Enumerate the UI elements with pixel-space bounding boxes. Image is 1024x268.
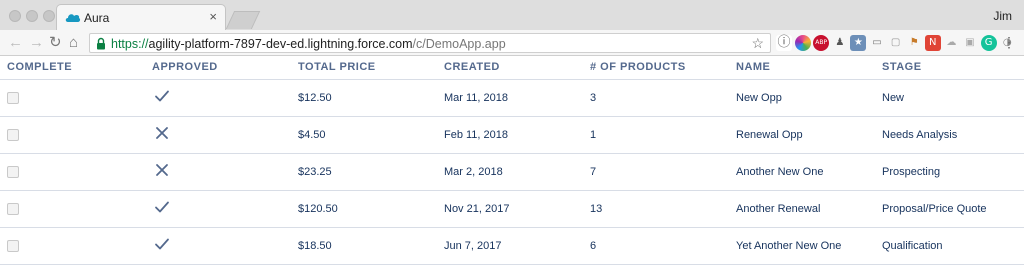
folder-icon[interactable]: ▢ — [887, 35, 904, 51]
info-icon[interactable]: ⓘ — [776, 35, 792, 51]
table-row[interactable]: $18.50 Jun 7, 2017 6 Yet Another New One Qua… — [0, 226, 1024, 265]
url-path: /c/DemoApp.app — [412, 37, 506, 51]
close-window-button[interactable] — [9, 10, 21, 22]
address-bar[interactable]: https://agility-platform-7897-dev-ed.lig… — [89, 33, 771, 53]
cross-icon — [154, 162, 170, 178]
created-cell: Mar 2, 2018 — [444, 152, 590, 190]
stage-cell: Proposal/Price Quote — [882, 189, 1024, 227]
stage-cell: Qualification — [882, 226, 1024, 265]
complete-checkbox[interactable] — [7, 165, 19, 178]
card-icon[interactable]: ▭ — [869, 35, 885, 51]
n-icon[interactable]: N — [924, 35, 941, 51]
tab-title: Aura — [84, 11, 110, 25]
table-header-row: COMPLETE APPROVED TOTAL PRICE CREATED # … — [0, 56, 1024, 79]
puzzle-icon[interactable]: ▣ — [962, 35, 978, 51]
home-icon[interactable]: ⌂ — [69, 34, 78, 52]
header-products[interactable]: # OF PRODUCTS — [590, 56, 736, 79]
products-cell: 1 — [590, 115, 736, 153]
flag-icon[interactable]: ⚑ — [906, 35, 923, 51]
complete-cell — [0, 115, 152, 153]
stage-cell: Needs Analysis — [882, 115, 1024, 153]
person-icon[interactable]: ♟ — [831, 35, 848, 51]
complete-cell — [0, 189, 152, 227]
approved-cell — [152, 152, 298, 190]
approved-cell — [152, 226, 298, 265]
opportunities-table: COMPLETE APPROVED TOTAL PRICE CREATED # … — [0, 56, 1024, 265]
stage-cell: New — [882, 78, 1024, 116]
lock-icon — [97, 37, 105, 50]
total-price-cell: $4.50 — [298, 115, 444, 153]
close-tab-icon[interactable]: × — [209, 9, 217, 24]
name-cell: Renewal Opp — [736, 115, 882, 153]
total-price-cell: $23.25 — [298, 152, 444, 190]
total-price-cell: $12.50 — [298, 78, 444, 116]
approved-cell — [152, 78, 298, 116]
url-scheme: https:// — [111, 37, 149, 51]
checkmark-icon — [154, 88, 170, 104]
bookmark-star-icon[interactable]: ☆ — [751, 35, 764, 52]
new-tab-button[interactable] — [225, 11, 261, 29]
header-total-price[interactable]: TOTAL PRICE — [298, 56, 444, 79]
browser-tab-bar: Aura × Jim — [0, 0, 1024, 31]
complete-cell — [0, 226, 152, 265]
maximize-window-button[interactable] — [43, 10, 55, 22]
browser-menu-icon[interactable]: ⋮ — [1002, 34, 1016, 50]
header-complete[interactable]: COMPLETE — [0, 56, 152, 79]
complete-checkbox[interactable] — [7, 202, 19, 215]
back-icon[interactable]: ← — [8, 34, 23, 52]
cloud-icon[interactable]: ☁ — [943, 35, 960, 51]
name-cell: Another New One — [736, 152, 882, 190]
created-cell: Nov 21, 2017 — [444, 189, 590, 227]
adblock-icon[interactable]: ABP — [813, 35, 830, 51]
grammarly-icon[interactable]: G — [980, 35, 997, 51]
total-price-cell: $120.50 — [298, 189, 444, 227]
minimize-window-button[interactable] — [26, 10, 38, 22]
created-cell: Jun 7, 2017 — [444, 226, 590, 265]
stage-cell: Prospecting — [882, 152, 1024, 190]
box-icon[interactable]: ★ — [850, 35, 867, 51]
approved-cell — [152, 115, 298, 153]
table-row[interactable]: $23.25 Mar 2, 2018 7 Another New One Prospec… — [0, 152, 1024, 190]
name-cell: New Opp — [736, 78, 882, 116]
table-row[interactable]: $12.50 Mar 11, 2018 3 New Opp New — [0, 78, 1024, 116]
color-wheel-icon[interactable] — [794, 35, 811, 51]
name-cell: Yet Another New One — [736, 226, 882, 265]
products-cell: 13 — [590, 189, 736, 227]
table-body: $12.50 Mar 11, 2018 3 New Opp New $4.50 Feb 11… — [0, 78, 1024, 265]
header-name[interactable]: NAME — [736, 56, 882, 79]
salesforce-cloud-icon — [65, 14, 81, 22]
created-cell: Mar 11, 2018 — [444, 78, 590, 116]
products-cell: 3 — [590, 78, 736, 116]
browser-toolbar: ← → ↻ ⌂ https://agility-platform-7897-de… — [0, 30, 1024, 56]
products-cell: 6 — [590, 226, 736, 265]
profile-name[interactable]: Jim — [993, 9, 1012, 23]
header-stage[interactable]: STAGE — [882, 56, 1024, 79]
name-cell: Another Renewal — [736, 189, 882, 227]
table-row[interactable]: $120.50 Nov 21, 2017 13 Another Renewal Prop… — [0, 189, 1024, 227]
complete-checkbox[interactable] — [7, 128, 19, 141]
checkmark-icon — [154, 236, 170, 252]
browser-tab[interactable]: Aura × — [56, 4, 226, 31]
header-approved[interactable]: APPROVED — [152, 56, 298, 79]
url-text: https://agility-platform-7897-dev-ed.lig… — [111, 37, 506, 51]
reload-icon[interactable]: ↻ — [49, 34, 62, 52]
complete-checkbox[interactable] — [7, 91, 19, 104]
products-cell: 7 — [590, 152, 736, 190]
checkmark-icon — [154, 199, 170, 215]
url-host: agility-platform-7897-dev-ed.lightning.f… — [148, 37, 413, 51]
total-price-cell: $18.50 — [298, 226, 444, 265]
complete-cell — [0, 78, 152, 116]
complete-checkbox[interactable] — [7, 239, 19, 252]
cross-icon — [154, 125, 170, 141]
approved-cell — [152, 189, 298, 227]
table-row[interactable]: $4.50 Feb 11, 2018 1 Renewal Opp Needs Analy… — [0, 115, 1024, 153]
header-created[interactable]: CREATED — [444, 56, 590, 79]
complete-cell — [0, 152, 152, 190]
created-cell: Feb 11, 2018 — [444, 115, 590, 153]
forward-icon[interactable]: → — [29, 34, 44, 52]
